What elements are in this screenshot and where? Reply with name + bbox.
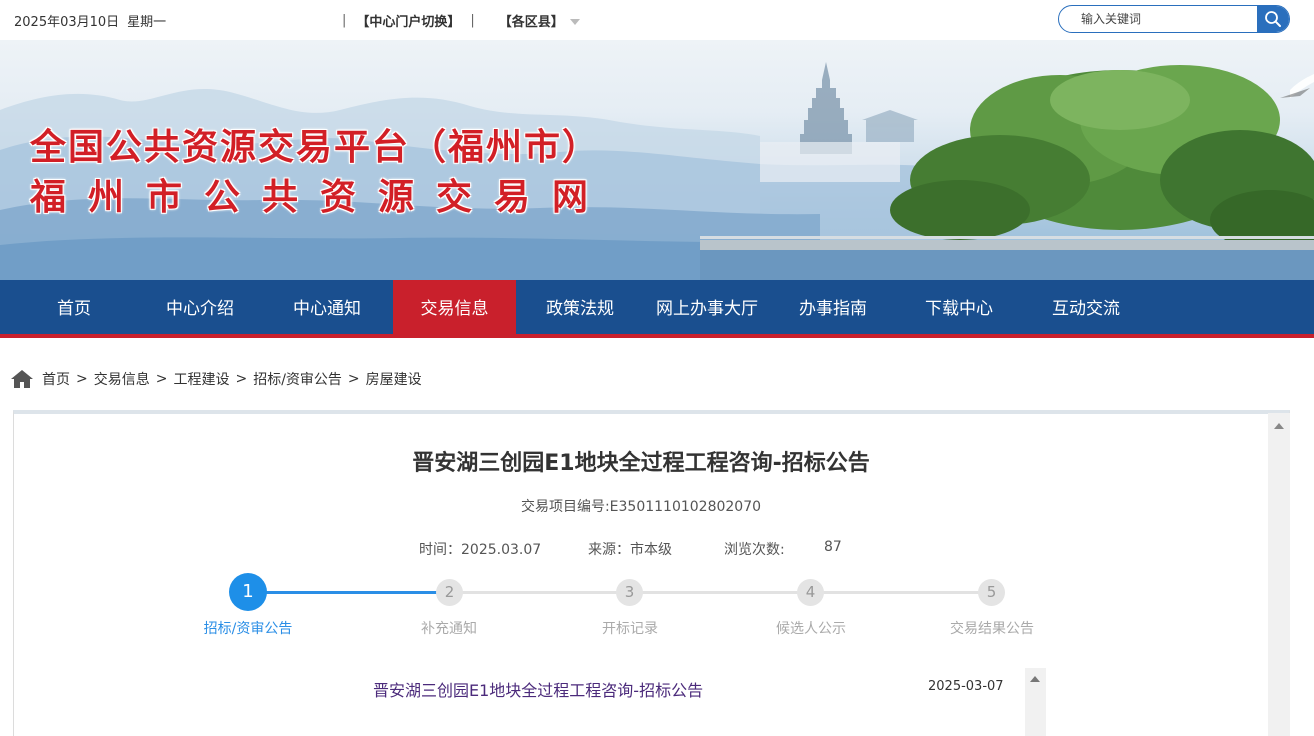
nav-item-download[interactable]: 下载中心 [899, 280, 1019, 338]
list-item-date: 2025-03-07 [928, 679, 1004, 694]
project-number: 交易项目编号:E3501110102802070 [520, 499, 762, 515]
step-4-label[interactable]: 候选人公示 [776, 618, 846, 638]
date-text: 2025年03月10日 [14, 15, 120, 30]
stepper-track-done [248, 591, 448, 594]
top-bar: 2025年03月10日 星期一 | 【中心门户切换】 | 【各区县】 [0, 0, 1314, 40]
search-icon [1265, 11, 1281, 27]
breadcrumb-engineering[interactable]: 工程建设 [173, 369, 229, 389]
weekday-text: 星期一 [127, 15, 167, 30]
views-count: 87 [824, 539, 842, 555]
step-2-circle[interactable]: 2 [436, 579, 463, 606]
nav-item-online-hall[interactable]: 网上办事大厅 [640, 280, 774, 338]
step-1-circle[interactable]: 1 [229, 573, 267, 611]
banner-title-line1: 全国公共资源交易平台（福州市） [30, 127, 601, 168]
current-date: 2025年03月10日 星期一 [14, 11, 174, 30]
breadcrumb-home[interactable]: 首页 [42, 369, 70, 389]
portal-switch-link[interactable]: 【中心门户切换】 [352, 11, 464, 30]
source: 来源：市本级 [588, 542, 672, 558]
list-item-title[interactable]: 晋安湖三创园E1地块全过程工程咨询-招标公告 [373, 677, 703, 701]
nav-item-trade-info[interactable]: 交易信息 [393, 280, 516, 338]
districts-dropdown[interactable]: 【各区县】 [495, 11, 568, 30]
home-icon [11, 370, 33, 388]
top-links: | 【中心门户切换】 | 【各区县】 [336, 11, 580, 30]
banner-title-line2: 福州市公共资源交易网 [30, 177, 611, 218]
separator: | [470, 13, 475, 28]
separator: | [342, 13, 347, 28]
main-nav: 首页 中心介绍 中心通知 交易信息 政策法规 网上办事大厅 办事指南 下载中心 … [0, 280, 1314, 338]
search-input[interactable] [1059, 6, 1259, 32]
step-4-circle[interactable]: 4 [797, 579, 824, 606]
step-3-label[interactable]: 开标记录 [602, 618, 658, 638]
site-banner: 全国公共资源交易平台（福州市） 福州市公共资源交易网 [0, 40, 1314, 280]
nav-item-about[interactable]: 中心介绍 [140, 280, 260, 338]
nav-item-home[interactable]: 首页 [14, 280, 134, 338]
nav-item-guide[interactable]: 办事指南 [773, 280, 893, 338]
chevron-down-icon[interactable] [569, 18, 580, 25]
list-scrollbar[interactable] [1025, 668, 1046, 736]
nav-item-policy[interactable]: 政策法规 [520, 280, 640, 338]
breadcrumb: 首页 > 交易信息 > 工程建设 > 招标/资审公告 > 房屋建设 [10, 367, 422, 391]
scroll-up-arrow-icon[interactable] [1030, 676, 1040, 682]
search-box [1058, 5, 1290, 33]
nav-item-interaction[interactable]: 互动交流 [1026, 280, 1146, 338]
step-3-circle[interactable]: 3 [616, 579, 643, 606]
step-1-label[interactable]: 招标/资审公告 [204, 618, 293, 638]
publish-time: 时间：2025.03.07 [419, 542, 542, 558]
breadcrumb-trade-info[interactable]: 交易信息 [94, 369, 150, 389]
step-2-label[interactable]: 补充通知 [421, 618, 477, 638]
breadcrumb-housing[interactable]: 房屋建设 [366, 369, 422, 389]
article-title: 晋安湖三创园E1地块全过程工程咨询-招标公告 [412, 451, 870, 476]
scroll-up-arrow-icon[interactable] [1274, 423, 1284, 429]
views-label: 浏览次数: [724, 542, 785, 558]
step-5-circle[interactable]: 5 [978, 579, 1005, 606]
step-5-label[interactable]: 交易结果公告 [950, 618, 1034, 638]
nav-item-notice[interactable]: 中心通知 [267, 280, 387, 338]
breadcrumb-tender-notice[interactable]: 招标/资审公告 [253, 369, 342, 389]
search-button[interactable] [1257, 6, 1289, 32]
stepper-track [450, 591, 992, 594]
